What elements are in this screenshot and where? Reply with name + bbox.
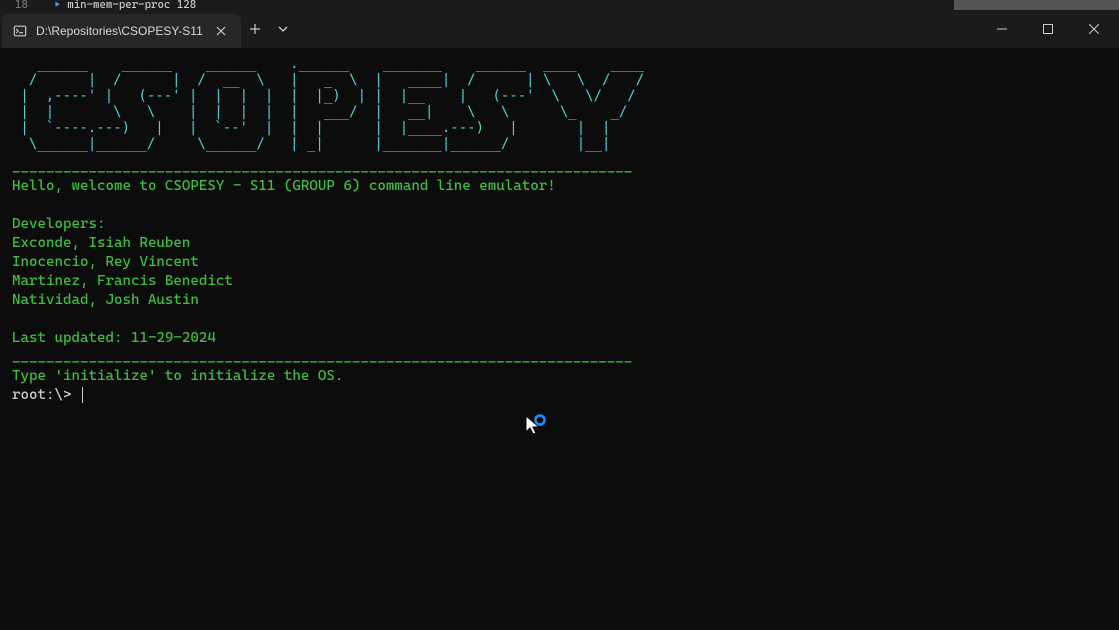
terminal-icon — [12, 23, 28, 39]
window-controls — [979, 10, 1117, 48]
line-number: 18 — [15, 0, 28, 10]
background-editor-line: 18 ▸ min-mem-per-proc 128 — [0, 0, 1119, 10]
maximize-button[interactable] — [1025, 10, 1071, 48]
tab-close-button[interactable] — [211, 21, 231, 41]
prompt-text: root:\> — [12, 387, 80, 403]
tab-dropdown-button[interactable] — [269, 15, 297, 43]
tab-title: D:\Repositories\CSOPESY-S11 — [36, 24, 203, 38]
terminal-body[interactable]: ______ ______ ______ .______ _______ ___… — [0, 48, 1119, 630]
terminal-window: D:\Repositories\CSOPESY-S11 — [0, 10, 1119, 630]
developer-name: Natividad, Josh Austin — [12, 291, 1107, 310]
background-right-panel — [954, 0, 1119, 10]
instruction-text: Type 'initialize' to initialize the OS. — [12, 367, 1107, 386]
close-button[interactable] — [1071, 10, 1117, 48]
developer-name: Inocencio, Rey Vincent — [12, 253, 1107, 272]
tab-active[interactable]: D:\Repositories\CSOPESY-S11 — [2, 14, 241, 48]
blank-line — [12, 196, 1107, 215]
minimize-button[interactable] — [979, 10, 1025, 48]
titlebar[interactable]: D:\Repositories\CSOPESY-S11 — [0, 10, 1119, 48]
arrow-icon: ▸ — [54, 0, 60, 10]
developer-name: Martinez, Francis Benedict — [12, 272, 1107, 291]
ascii-logo: ______ ______ ______ .______ _______ ___… — [12, 56, 1107, 152]
welcome-text: Hello, welcome to CSOPESY - S11 (GROUP 6… — [12, 177, 1107, 196]
line-text: min-mem-per-proc 128 — [67, 0, 196, 10]
developer-name: Exconde, Isiah Reuben — [12, 234, 1107, 253]
last-updated: Last updated: 11-29-2024 — [12, 329, 1107, 348]
prompt-line[interactable]: root:\> — [12, 386, 1107, 405]
developers-header: Developers: — [12, 215, 1107, 234]
new-tab-button[interactable] — [241, 15, 269, 43]
separator-top: ________________________________________… — [12, 158, 1107, 177]
separator-bottom: ________________________________________… — [12, 348, 1107, 367]
text-cursor — [82, 387, 84, 403]
blank-line — [12, 310, 1107, 329]
